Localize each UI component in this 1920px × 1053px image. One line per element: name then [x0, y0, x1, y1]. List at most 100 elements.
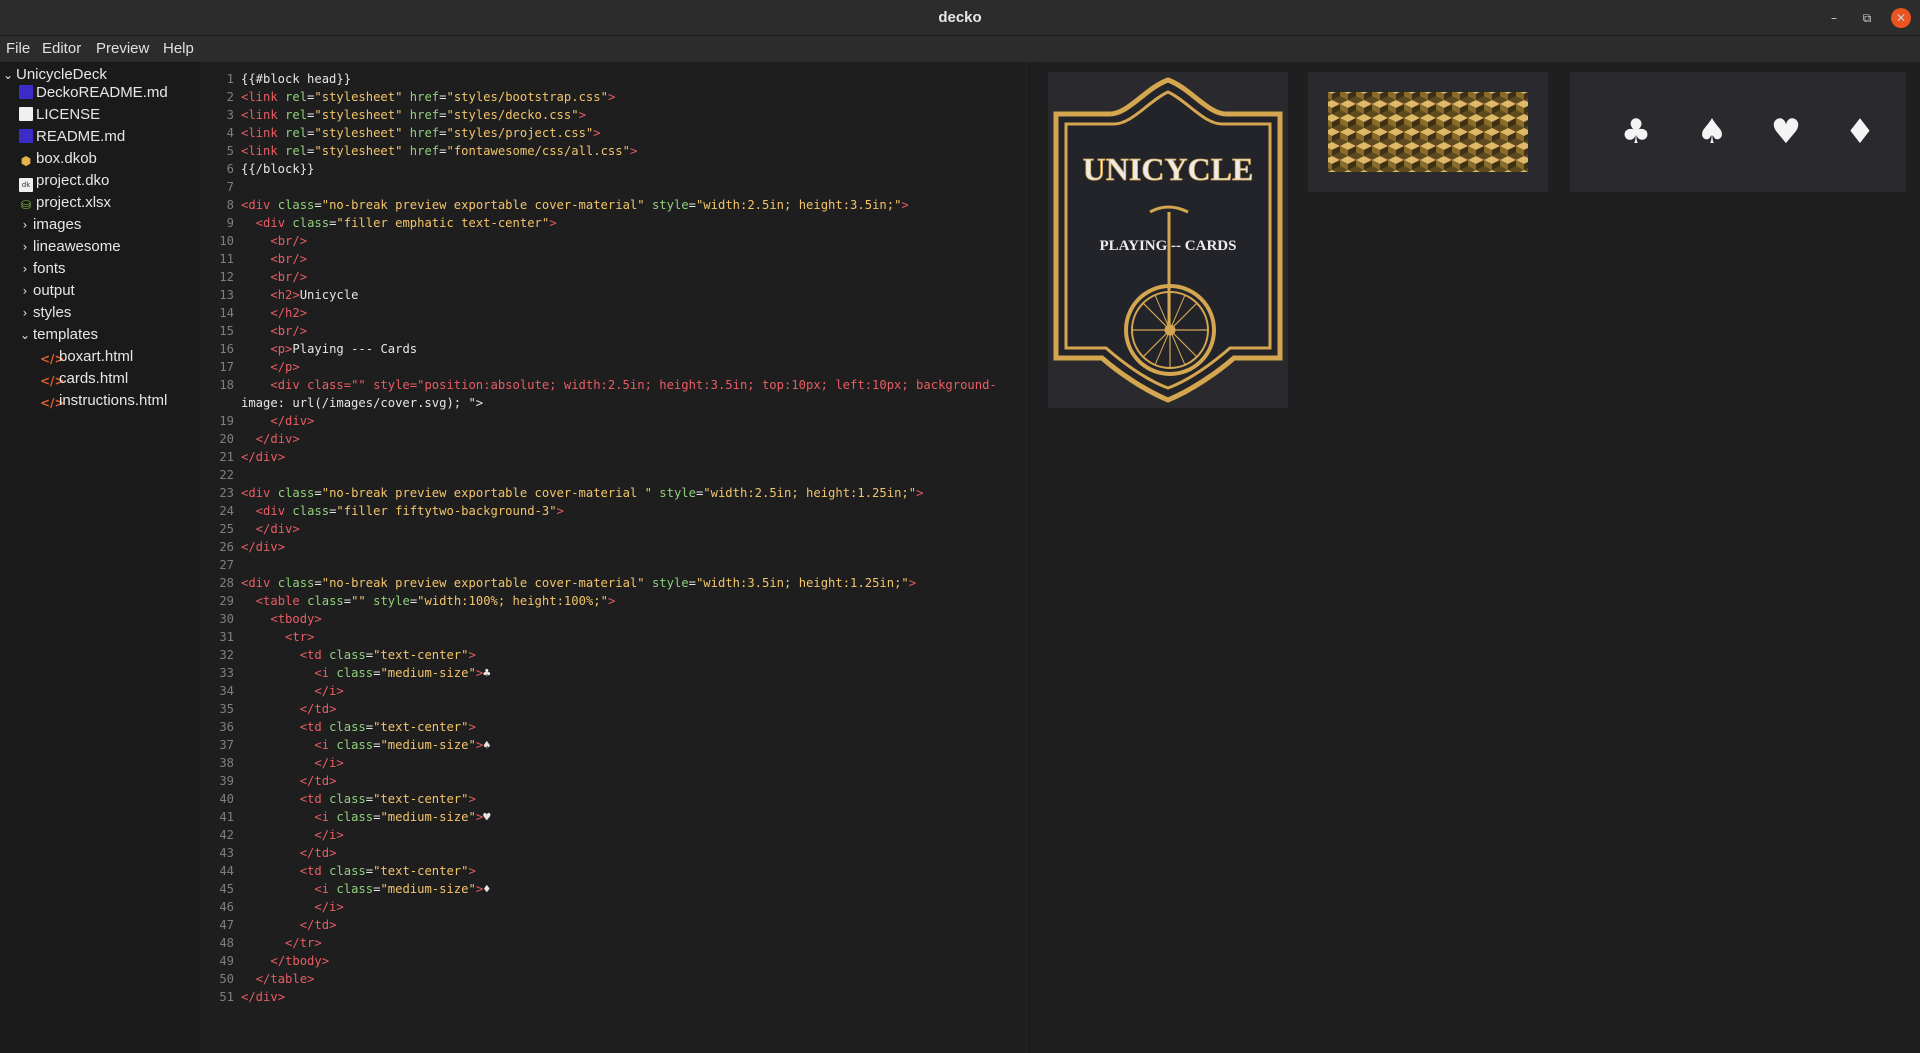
tree-item-label: output [33, 282, 75, 299]
code-text: <link rel="stylesheet" href="styles/deck… [241, 108, 586, 122]
tree-folder-lineawesome[interactable]: › lineawesome [19, 236, 121, 258]
tree-folder-output[interactable]: › output [19, 280, 75, 302]
code-text: <i class="medium-size">♣ [314, 666, 491, 680]
code-text: <div class="" style="position:absolute; … [270, 378, 997, 392]
code-text: </i> [314, 828, 344, 842]
line-number: 51 [219, 990, 234, 1004]
line-number: 44 [219, 864, 234, 878]
line-number: 1 [226, 72, 234, 86]
line-number: 40 [219, 792, 234, 806]
line-number: 50 [219, 972, 234, 986]
line-number: 13 [219, 288, 234, 302]
title-bar: decko – ⧉ ✕ [0, 0, 1920, 36]
line-number: 38 [219, 756, 234, 770]
heart-suit-icon: ♥ [1770, 112, 1802, 152]
html-file-icon: </> [40, 374, 65, 388]
line-number: 37 [219, 738, 234, 752]
menu-preview[interactable]: Preview [96, 40, 149, 57]
line-number: 24 [219, 504, 234, 518]
tree-item-boxart-html[interactable]: </>boxart.html [40, 346, 133, 368]
menu-file[interactable]: File [6, 40, 30, 57]
code-text: <br/> [270, 270, 308, 284]
tree-item-project-dko[interactable]: dk project.dko [19, 170, 109, 192]
code-text: <div class="no-break preview exportable … [241, 486, 924, 500]
line-number: 32 [219, 648, 234, 662]
code-text: <br/> [270, 252, 308, 266]
cover-art: UNICYCLE PLAYING -- CARDS [1053, 77, 1283, 403]
minimize-button[interactable]: – [1824, 8, 1844, 28]
editor-scrollbar[interactable] [1026, 62, 1038, 1053]
tree-item-label: DeckoREADME.md [36, 84, 168, 101]
line-number: 6 [226, 162, 234, 176]
line-number: 7 [226, 180, 234, 194]
line-number: 25 [219, 522, 234, 536]
maximize-button[interactable]: ⧉ [1857, 8, 1877, 28]
tree-item-instructions-html[interactable]: </>instructions.html [40, 390, 167, 412]
tree-item-cards-html[interactable]: </>cards.html [40, 368, 128, 390]
close-button[interactable]: ✕ [1891, 8, 1911, 28]
line-number: 4 [226, 126, 234, 140]
line-number: 36 [219, 720, 234, 734]
code-text: </div> [241, 540, 286, 554]
tree-item-label: project.xlsx [36, 194, 112, 211]
line-number: 21 [219, 450, 234, 464]
code-text: </div> [255, 522, 300, 536]
code-text: <link rel="stylesheet" href="styles/boot… [241, 90, 616, 104]
code-text: <i class="medium-size">♠ [314, 738, 491, 752]
line-number: 29 [219, 594, 234, 608]
code-text: </h2> [270, 306, 308, 320]
code-text: image: url(/images/cover.svg); "> [241, 396, 484, 410]
cube-pattern-fill [1328, 92, 1528, 172]
chevron-down-icon: ⌄ [2, 68, 14, 82]
line-number: 46 [219, 900, 234, 914]
tree-item-label: styles [33, 304, 72, 321]
code-text: </div> [241, 450, 286, 464]
window-title: decko [938, 9, 982, 26]
html-file-icon: </> [40, 352, 65, 366]
card-back-pattern [1328, 92, 1528, 172]
code-text: {{#block head}} [241, 72, 352, 86]
tree-item-project-xlsx[interactable]: ⛁ project.xlsx [19, 192, 111, 214]
tree-folder-styles[interactable]: › styles [19, 302, 72, 324]
tree-folder-images[interactable]: › images [19, 214, 82, 236]
line-number: 27 [219, 558, 234, 572]
line-number: 26 [219, 540, 234, 554]
code-text: </td> [299, 774, 337, 788]
line-number: 12 [219, 270, 234, 284]
code-text: {{/block}} [241, 162, 315, 176]
markdown-file-icon [19, 85, 33, 99]
menu-editor[interactable]: Editor [42, 40, 81, 57]
line-number: 20 [219, 432, 234, 446]
menu-help[interactable]: Help [163, 40, 194, 57]
tree-item-readme[interactable]: README.md [19, 126, 125, 148]
code-text: </i> [314, 900, 344, 914]
tree-item-label: project.dko [36, 172, 110, 189]
tree-folder-templates[interactable]: ⌄ templates [19, 324, 98, 346]
tree-item-box-dkob[interactable]: ⬢ box.dkob [19, 148, 97, 170]
tree-item-deckoreadme[interactable]: DeckoREADME.md [19, 82, 168, 104]
line-number: 9 [226, 216, 234, 230]
tree-item-label: boxart.html [59, 348, 134, 365]
decko-app: decko – ⧉ ✕ File Editor Preview Help ⌄ Un… [0, 0, 1920, 1053]
code-editor[interactable]: 1 {{#block head}} 2 <link rel="stylesheet" … [200, 62, 1036, 1053]
code-text: <td class="text-center"> [299, 864, 476, 878]
suits-card-preview: ♣ ♠ ♥ ♦ [1570, 72, 1906, 192]
code-text: </table> [255, 972, 315, 986]
line-number: 19 [219, 414, 234, 428]
line-number: 39 [219, 774, 234, 788]
preview-pane: UNICYCLE PLAYING -- CARDS ♣ ♠ ♥ ♦ [1038, 62, 1920, 1053]
tree-folder-fonts[interactable]: › fonts [19, 258, 66, 280]
chevron-right-icon: › [22, 240, 28, 254]
code-text: </div> [241, 990, 286, 1004]
tree-item-license[interactable]: LICENSE [19, 104, 100, 126]
line-number: 5 [226, 144, 234, 158]
chevron-down-icon: ⌄ [19, 328, 31, 342]
spade-suit-icon: ♠ [1696, 112, 1728, 152]
tree-item-label: LICENSE [36, 106, 101, 123]
line-number: 17 [219, 360, 234, 374]
club-suit-icon: ♣ [1620, 112, 1652, 152]
tree-item-label: cards.html [59, 370, 129, 387]
code-text: <div class="filler fiftytwo-background-3… [255, 504, 564, 518]
chevron-right-icon: › [22, 262, 28, 276]
code-text: </p> [270, 360, 300, 374]
